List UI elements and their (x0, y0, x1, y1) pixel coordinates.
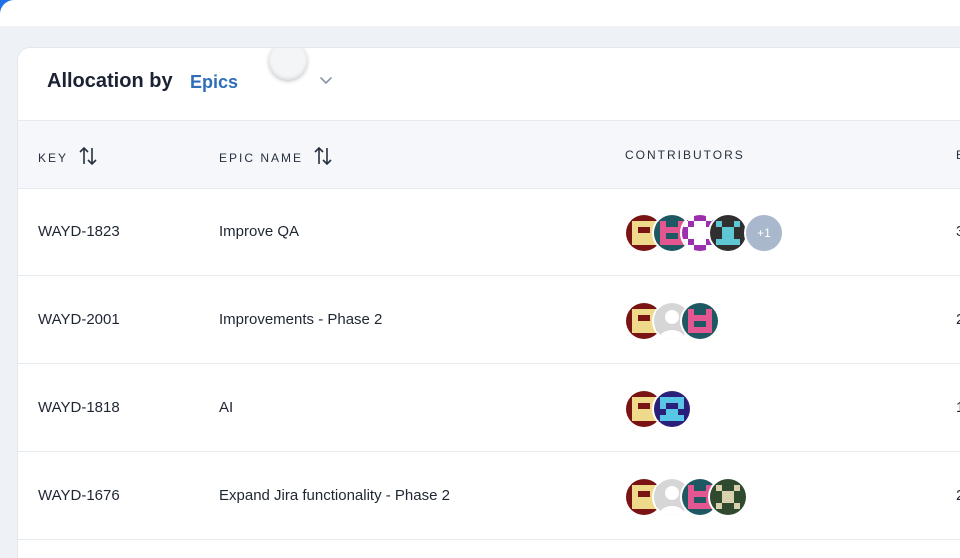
epic-key: WAYD-2001 (38, 311, 120, 328)
epic-key: WAYD-1818 (38, 399, 120, 416)
card-header: Allocation by Epics (18, 48, 960, 120)
next-column-value: 2 (956, 487, 960, 504)
column-contributors-label: CONTRIBUTORS (625, 148, 745, 162)
column-header-next: E (956, 148, 960, 162)
column-header-key[interactable]: KEY (38, 145, 98, 167)
more-contributors-badge[interactable]: +1 (744, 213, 784, 253)
top-bar (0, 0, 960, 26)
mouse-cursor (269, 48, 307, 80)
table-row[interactable]: WAYD-1818 AI 1 (18, 364, 960, 452)
table-header: KEY EPIC NAME CONTRIBUTORS E (18, 120, 960, 189)
column-header-epic-name[interactable]: EPIC NAME (219, 145, 333, 167)
column-header-contributors: CONTRIBUTORS (625, 148, 745, 162)
next-column-value: 3 (956, 223, 960, 240)
avatar[interactable] (708, 477, 748, 517)
sort-icon[interactable] (313, 145, 333, 167)
avatar[interactable] (680, 301, 720, 341)
avatar[interactable] (652, 389, 692, 429)
allocation-card: Allocation by Epics KEY EPIC NAME CONTRI… (18, 48, 960, 558)
card-title: Allocation by (47, 70, 173, 92)
table-row[interactable]: WAYD-1676 Expand Jira functionality - Ph… (18, 452, 960, 540)
sort-icon[interactable] (78, 145, 98, 167)
table-row[interactable]: WAYD-2001 Improvements - Phase 2 2 (18, 276, 960, 364)
epic-name: Improvements - Phase 2 (219, 311, 383, 328)
column-next-label: E (956, 148, 960, 162)
epic-name: Expand Jira functionality - Phase 2 (219, 487, 450, 504)
column-epic-name-label: EPIC NAME (219, 150, 304, 165)
column-key-label: KEY (38, 150, 69, 165)
next-column-value: 1 (956, 399, 960, 416)
table-row[interactable]: WAYD-1823 Improve QA +1 3 (18, 188, 960, 276)
epic-key: WAYD-1823 (38, 223, 120, 240)
epic-name: Improve QA (219, 223, 300, 240)
avatar[interactable] (708, 213, 748, 253)
allocation-type-select[interactable]: Epics (190, 72, 238, 93)
epic-key: WAYD-1676 (38, 487, 120, 504)
chevron-down-icon[interactable] (319, 76, 333, 86)
epic-name: AI (219, 399, 234, 416)
next-column-value: 2 (956, 311, 960, 328)
